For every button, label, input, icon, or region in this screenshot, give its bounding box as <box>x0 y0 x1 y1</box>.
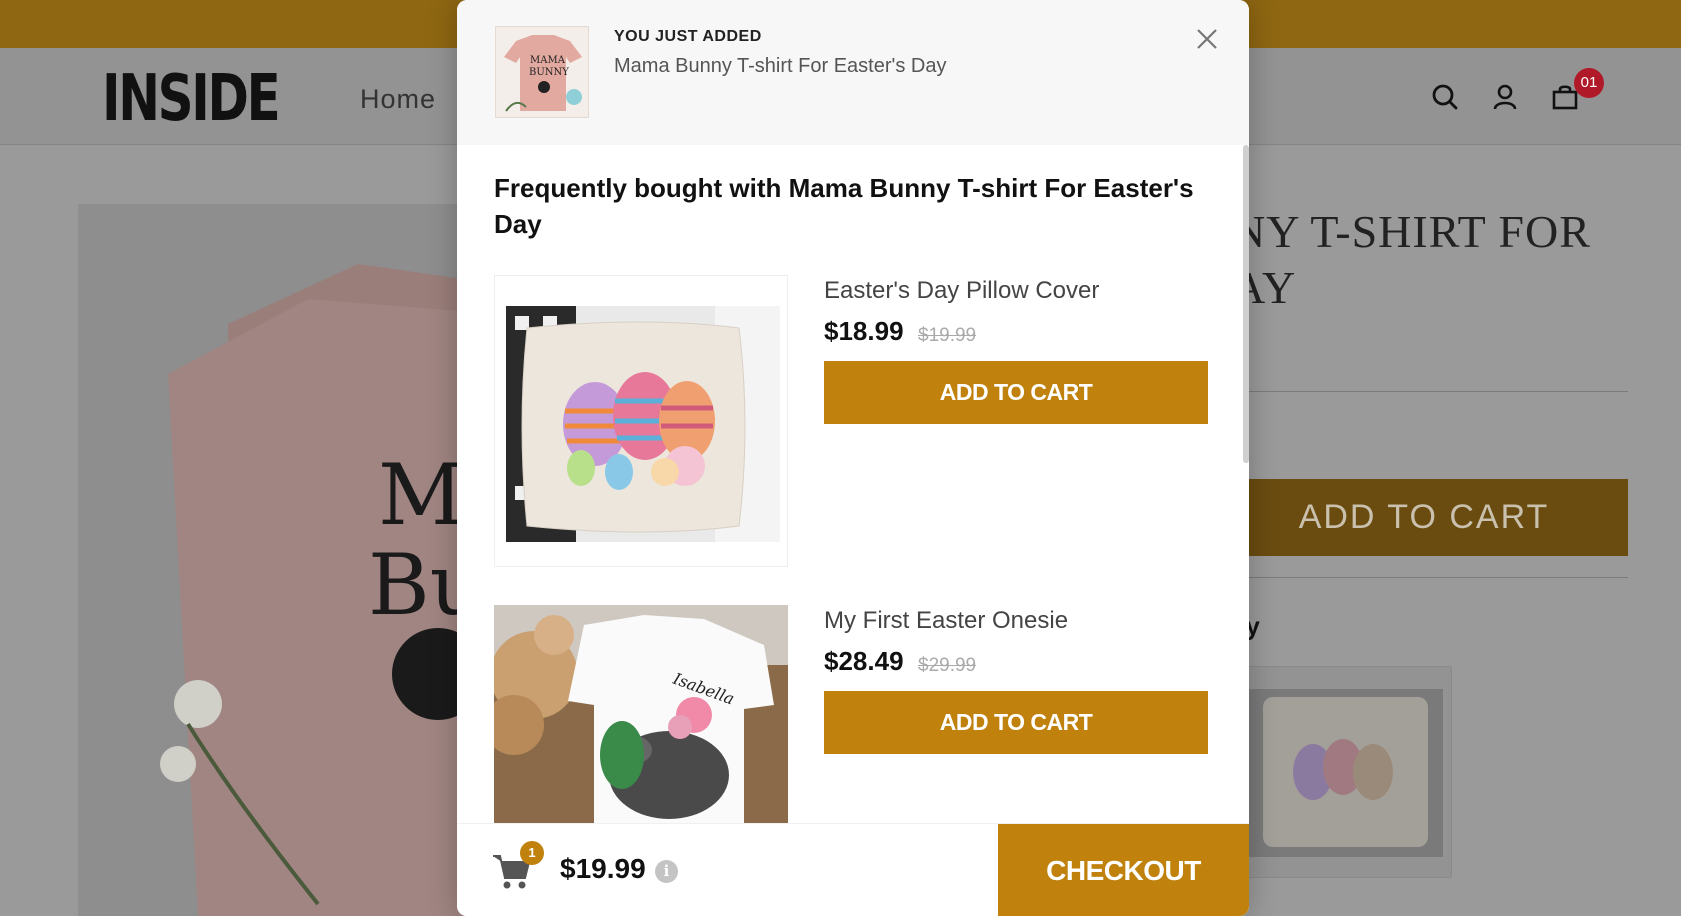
fbt-mini-card[interactable] <box>1232 666 1452 878</box>
cart-item-count-badge: 1 <box>520 841 544 865</box>
added-to-cart-modal: MAMA BUNNY YOU JUST ADDED Mama Bunny T-s… <box>457 0 1249 916</box>
product-add-to-cart-button[interactable]: ADD TO CART <box>1220 479 1628 556</box>
you-just-added-label: YOU JUST ADDED <box>614 28 762 45</box>
cart-count-badge: 01 <box>1574 68 1604 98</box>
product-image: M Bu <box>78 204 498 916</box>
svg-text:M: M <box>378 446 464 544</box>
fbt-item-price: $28.49 <box>824 646 904 676</box>
fbt-item-image[interactable] <box>494 275 788 567</box>
cart-total: $19.99 <box>560 853 646 884</box>
fbt-item-name[interactable]: My First Easter Onesie <box>824 607 1068 635</box>
svg-text:MAMA: MAMA <box>530 55 566 66</box>
modal-scroll-area[interactable]: Frequently bought with Mama Bunny T-shir… <box>457 145 1249 823</box>
divider <box>1232 391 1628 392</box>
info-icon[interactable]: i <box>655 860 678 883</box>
fbt-item-name[interactable]: Easter's Day Pillow Cover <box>824 277 1099 305</box>
fbt-item-compare-price: $19.99 <box>918 325 977 346</box>
fbt-title: Frequently bought with Mama Bunny T-shir… <box>494 173 1194 239</box>
account-icon[interactable] <box>1490 82 1520 112</box>
modal-footer: 1 $19.99 i CHECKOUT <box>457 823 1249 916</box>
fbt-item-compare-price: $29.99 <box>918 655 977 676</box>
divider <box>1232 577 1628 578</box>
search-icon[interactable] <box>1430 82 1460 112</box>
scrollbar-thumb[interactable] <box>1243 145 1249 463</box>
fbt-item-image[interactable]: Isabella <box>494 605 788 823</box>
fbt-add-to-cart-button[interactable]: ADD TO CART <box>824 691 1208 754</box>
added-product-name: Mama Bunny T-shirt For Easter's Day <box>614 55 947 77</box>
checkout-button[interactable]: CHECKOUT <box>998 824 1249 916</box>
svg-text:BUNNY: BUNNY <box>529 67 569 78</box>
fbt-item-price: $18.99 <box>824 316 904 346</box>
added-product-thumbnail: MAMA BUNNY <box>495 26 589 118</box>
nav-item-home[interactable]: Home <box>360 84 436 115</box>
product-title: NY T-SHIRT FOR AY <box>1232 206 1591 313</box>
modal-header: MAMA BUNNY YOU JUST ADDED Mama Bunny T-s… <box>457 0 1249 145</box>
site-logo[interactable]: INSIDE <box>102 62 281 136</box>
fbt-add-to-cart-button[interactable]: ADD TO CART <box>824 361 1208 424</box>
close-icon[interactable] <box>1192 24 1222 54</box>
